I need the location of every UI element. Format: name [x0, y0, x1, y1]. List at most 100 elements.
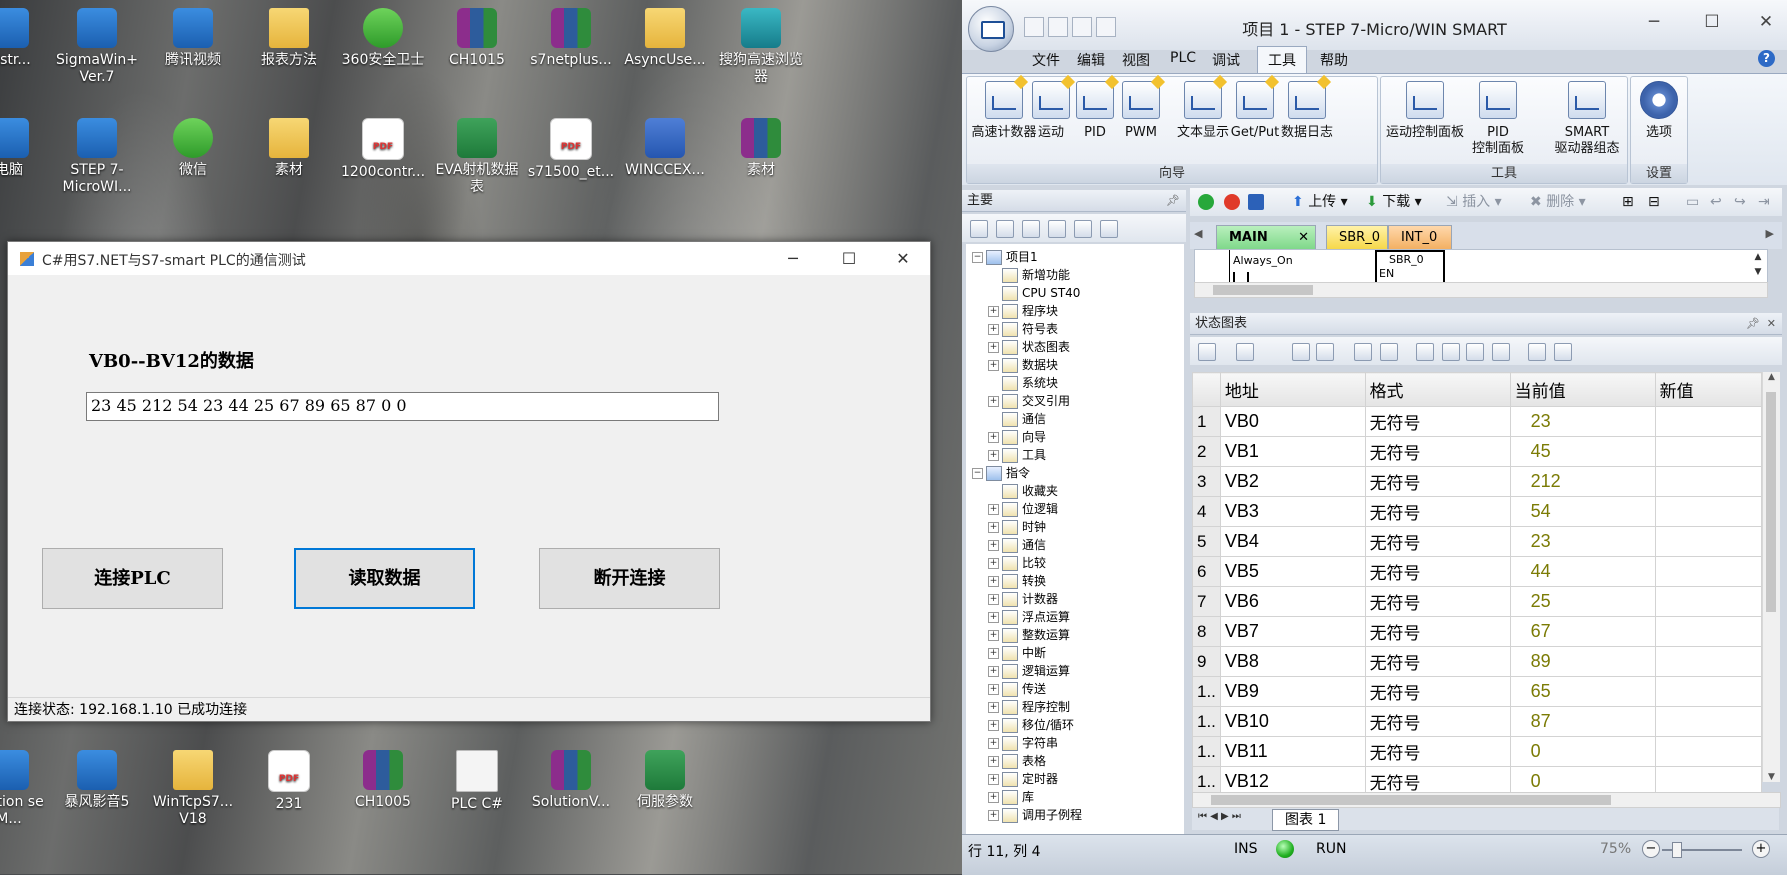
- contact-tool-icon[interactable]: ▭: [1686, 194, 1699, 210]
- tree-node[interactable]: + 表格: [966, 752, 1184, 770]
- expand-icon[interactable]: +: [988, 612, 999, 623]
- options-icon[interactable]: [1554, 343, 1572, 361]
- new-value-cell[interactable]: [1654, 466, 1762, 497]
- current-value-cell[interactable]: 65: [1509, 676, 1656, 707]
- step7-maximize-button[interactable]: ☐: [1690, 12, 1734, 32]
- step7-titlebar[interactable]: 项目 1 - STEP 7-Micro/WIN SMART ─ ☐ ✕: [962, 0, 1787, 52]
- tree-node[interactable]: + 工具: [966, 446, 1184, 464]
- scroll-thumb[interactable]: [1213, 285, 1313, 295]
- scroll-thumb[interactable]: [1211, 795, 1611, 805]
- column-header-current-value[interactable]: 当前值: [1509, 372, 1656, 407]
- insert-button[interactable]: ⇲ 插入 ▾: [1446, 194, 1502, 210]
- table-row[interactable]: 4 VB3 无符号 54: [1192, 496, 1762, 527]
- tree-node[interactable]: + 交叉引用: [966, 392, 1184, 410]
- disconnect-button[interactable]: 断开连接: [539, 548, 720, 609]
- current-value-cell[interactable]: 212: [1509, 466, 1656, 497]
- desktop-icon[interactable]: WinTcpS7... V18: [148, 750, 238, 828]
- view-icon[interactable]: [1074, 220, 1092, 238]
- desktop-icon[interactable]: 搜狗高速浏览器: [716, 8, 806, 86]
- tree-node[interactable]: + 逻辑运算: [966, 662, 1184, 680]
- upload-button[interactable]: ⬆ 上传 ▾: [1292, 194, 1348, 210]
- expand-icon[interactable]: +: [988, 504, 999, 515]
- ribbon-item-tool_items-0[interactable]: 运动控制面板: [1383, 81, 1467, 141]
- unlock-icon[interactable]: [1466, 343, 1484, 361]
- address-cell[interactable]: VB0: [1219, 406, 1366, 437]
- table-row[interactable]: 1.. VB10 无符号 87: [1192, 706, 1762, 737]
- format-cell[interactable]: 无符号: [1364, 466, 1511, 497]
- expand-icon[interactable]: +: [988, 450, 999, 461]
- current-value-cell[interactable]: 0: [1509, 736, 1656, 767]
- menu-0[interactable]: 文件: [1032, 50, 1060, 70]
- tree-node[interactable]: − 指令: [966, 464, 1184, 482]
- format-cell[interactable]: 无符号: [1364, 406, 1511, 437]
- format-cell[interactable]: 无符号: [1364, 646, 1511, 677]
- desktop-icon[interactable]: PLC C#: [432, 750, 522, 813]
- table-row[interactable]: 1 VB0 无符号 23: [1192, 406, 1762, 437]
- table-row[interactable]: 3 VB2 无符号 212: [1192, 466, 1762, 497]
- scroll-up-icon[interactable]: ▲: [1763, 372, 1780, 382]
- tree-node[interactable]: + 比较: [966, 554, 1184, 572]
- form-titlebar[interactable]: C#用S7.NET与S7-smart PLC的通信测试 ─ ☐ ✕: [8, 242, 930, 275]
- menu-5[interactable]: 工具: [1257, 46, 1307, 75]
- desktop-icon[interactable]: nistr...: [0, 8, 54, 69]
- format-cell[interactable]: 无符号: [1364, 556, 1511, 587]
- sheet-tab-chart1[interactable]: 图表 1: [1272, 809, 1340, 831]
- tree-node[interactable]: + 整数运算: [966, 626, 1184, 644]
- tree-node[interactable]: 系统块: [966, 374, 1184, 392]
- expand-icon[interactable]: +: [988, 558, 999, 569]
- tree-node[interactable]: + 中断: [966, 644, 1184, 662]
- tree-node[interactable]: + 浮点运算: [966, 608, 1184, 626]
- zoom-in-icon[interactable]: +: [1752, 840, 1770, 858]
- add-row-icon[interactable]: [1198, 343, 1216, 361]
- tree-node[interactable]: + 状态图表: [966, 338, 1184, 356]
- address-cell[interactable]: VB6: [1219, 586, 1366, 617]
- table-row[interactable]: 1.. VB9 无符号 65: [1192, 676, 1762, 707]
- column-header-format[interactable]: 格式: [1364, 372, 1511, 407]
- new-value-cell[interactable]: [1654, 646, 1762, 677]
- tree-node[interactable]: + 字符串: [966, 734, 1184, 752]
- address-cell[interactable]: VB7: [1219, 616, 1366, 647]
- tree-node[interactable]: + 调用子例程: [966, 806, 1184, 824]
- menu-3[interactable]: PLC: [1170, 50, 1196, 66]
- ladder-vscroll[interactable]: ▲ ▼: [1751, 250, 1765, 282]
- current-value-cell[interactable]: 0: [1509, 766, 1656, 792]
- panel-close-icon[interactable]: ✕: [1767, 313, 1776, 335]
- expand-icon[interactable]: +: [988, 522, 999, 533]
- tree-node[interactable]: + 向导: [966, 428, 1184, 446]
- tree-node[interactable]: + 符号表: [966, 320, 1184, 338]
- expand-icon[interactable]: +: [988, 720, 999, 731]
- lock-all-icon[interactable]: [1492, 343, 1510, 361]
- new-value-cell[interactable]: [1654, 616, 1762, 647]
- step7-close-button[interactable]: ✕: [1744, 12, 1787, 32]
- current-value-cell[interactable]: 23: [1509, 406, 1656, 437]
- lock-icon[interactable]: [1416, 343, 1434, 361]
- current-value-cell[interactable]: 54: [1509, 496, 1656, 527]
- new-value-cell[interactable]: [1654, 706, 1762, 737]
- data-textbox[interactable]: 23 45 212 54 23 44 25 67 89 65 87 0 0: [86, 392, 719, 421]
- desktop-icon[interactable]: SigmaWin+ Ver.7: [52, 8, 142, 86]
- connect-plc-button[interactable]: 连接PLC: [42, 548, 223, 609]
- format-cell[interactable]: 无符号: [1364, 436, 1511, 467]
- new-value-cell[interactable]: [1654, 526, 1762, 557]
- new-value-cell[interactable]: [1654, 406, 1762, 437]
- desktop-icon[interactable]: 素材: [716, 118, 806, 179]
- expand-icon[interactable]: +: [988, 396, 999, 407]
- current-value-cell[interactable]: 89: [1509, 646, 1656, 677]
- desktop-icon[interactable]: 1200contr...: [338, 118, 428, 181]
- network-icon[interactable]: [1100, 220, 1118, 238]
- pencil-icon[interactable]: [1380, 343, 1398, 361]
- desktop-icon[interactable]: 腾讯视频: [148, 8, 238, 69]
- expand-icon[interactable]: +: [988, 576, 999, 587]
- desktop-icon[interactable]: 素材: [244, 118, 334, 179]
- expand-icon[interactable]: +: [988, 702, 999, 713]
- tree-node[interactable]: + 传送: [966, 680, 1184, 698]
- expand-icon[interactable]: +: [988, 756, 999, 767]
- new-value-cell[interactable]: [1654, 556, 1762, 587]
- scroll-down-icon[interactable]: ▼: [1763, 772, 1780, 782]
- maximize-button[interactable]: ☐: [826, 242, 872, 275]
- current-value-cell[interactable]: 87: [1509, 706, 1656, 737]
- ladder-subroutine-box[interactable]: SBR_0 EN: [1375, 250, 1445, 282]
- expand-icon[interactable]: +: [988, 342, 999, 353]
- new-value-cell[interactable]: [1654, 766, 1762, 792]
- expand-icon[interactable]: +: [988, 432, 999, 443]
